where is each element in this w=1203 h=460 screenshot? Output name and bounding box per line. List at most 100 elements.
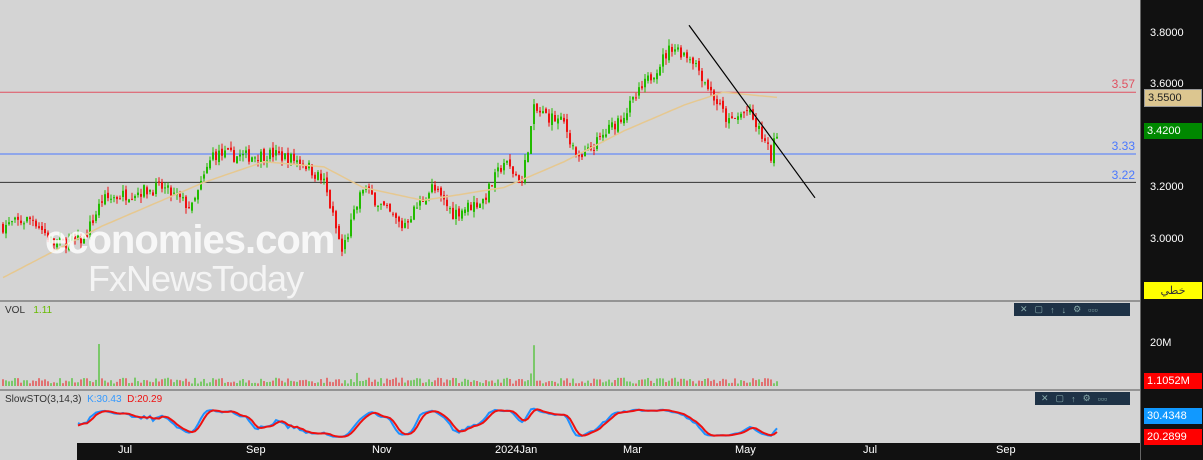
volume-bar [422,382,424,386]
candle-body [740,113,742,118]
candle-body [332,206,334,213]
volume-bar [500,382,502,386]
volume-bar [185,378,187,386]
volume-bar [449,380,451,386]
candle-body [119,198,121,200]
candle-body [449,208,451,210]
volume-bar [452,377,454,386]
time-axis[interactable] [77,443,1140,460]
volume-bar [173,382,175,386]
volume-bar [485,380,487,386]
candle-body [434,184,436,191]
volume-bar [770,379,772,386]
candle-body [668,45,670,61]
volume-bar [737,383,739,386]
volume-bar [338,379,340,386]
candle-body [158,181,160,183]
candle-body [500,167,502,172]
candle-body [326,177,328,193]
volume-bar [461,381,463,386]
candle-body [536,103,538,111]
candle-body [17,216,19,220]
maximize-icon[interactable]: ▢ [1035,304,1044,315]
candle-body [191,202,193,211]
volume-bar [260,378,262,386]
more-icon[interactable]: ▫▫▫ [1098,394,1108,404]
candle-body [143,185,145,197]
volume-bar [611,382,613,386]
volume-bar [638,380,640,386]
volume-bar [689,379,691,386]
volume-bar [563,380,565,386]
chart-type-button[interactable]: خطي [1144,282,1202,299]
volume-bar [572,378,574,386]
volume-title: VOL 1.11 [5,305,52,316]
volume-bar [320,379,322,386]
down-icon[interactable]: ↓ [1062,305,1067,315]
volume-bar [239,380,241,386]
volume-bar [395,377,397,386]
candle-body [377,205,379,207]
more-icon[interactable]: ▫▫▫ [1088,305,1098,315]
candle-body [476,202,478,208]
close-icon[interactable]: ✕ [1020,304,1028,315]
settings-icon[interactable]: ⚙ [1073,304,1081,315]
x-tick: 2024Jan [495,444,538,456]
volume-bar [575,383,577,386]
volume-bar [470,381,472,386]
candle-body [98,203,100,216]
candle-body [635,97,637,99]
candle-body [482,198,484,204]
candle-body [170,187,172,196]
candle-body [533,104,535,125]
candle-body [398,216,400,222]
volume-bar [365,379,367,386]
volume-bar [308,381,310,386]
volume-bar [38,378,40,386]
volume-bar [695,383,697,386]
price-axis[interactable] [1140,0,1203,460]
volume-bar [221,378,223,386]
volume-bar [62,383,64,386]
ma-value-tag: 3.5500 [1144,89,1202,107]
maximize-icon[interactable]: ▢ [1056,393,1065,404]
volume-bar [548,381,550,386]
volume-bar [236,383,238,386]
candle-body [659,66,661,76]
up-icon[interactable]: ↑ [1071,394,1076,404]
candle-body [542,111,544,114]
candle-body [551,113,553,126]
volume-bar [641,379,643,386]
up-icon[interactable]: ↑ [1050,305,1055,315]
volume-bar [269,381,271,386]
volume-bar [206,383,208,386]
close-icon[interactable]: ✕ [1041,393,1049,404]
volume-bar [476,380,478,386]
volume-bar [524,381,526,386]
candle-body [632,96,634,100]
candle-body [230,147,232,150]
volume-bar [68,381,70,386]
volume-bar [110,380,112,386]
candle-body [722,100,724,109]
volume-bar [326,377,328,386]
volume-bar [623,377,625,386]
candle-body [698,60,700,71]
volume-bar [359,381,361,386]
candle-body [548,113,550,123]
volume-bar [581,381,583,386]
candle-body [554,114,556,122]
volume-bar [443,382,445,386]
volume-bar [95,379,97,386]
settings-icon[interactable]: ⚙ [1083,393,1091,404]
volume-bar [635,383,637,386]
candle-body [389,203,391,212]
candle-body [491,185,493,187]
volume-bar [149,381,151,386]
price-tick: 3.0000 [1150,233,1184,245]
candle-body [716,99,718,105]
volume-bar [554,381,556,386]
candle-body [182,197,184,199]
sto-panel-toolbar: ✕ ▢ ↑ ⚙ ▫▫▫ [1035,392,1130,405]
candle-body [173,192,175,194]
